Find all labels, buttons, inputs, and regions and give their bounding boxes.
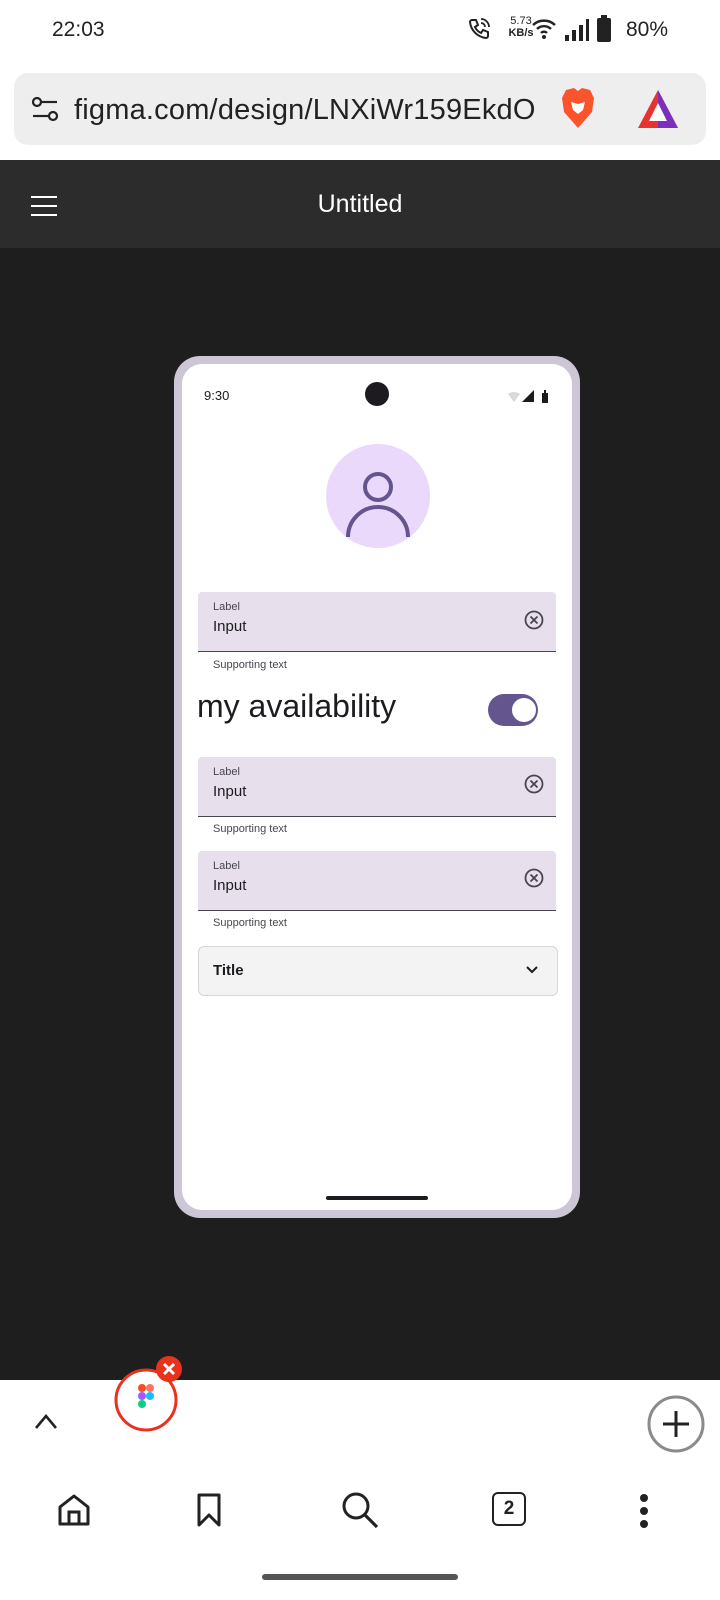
clear-icon[interactable] [523, 773, 545, 795]
url-text[interactable]: figma.com/design/LNXiWr159EkdO [74, 94, 536, 127]
mockup-status-time: 9:30 [204, 388, 230, 403]
person-icon [346, 472, 410, 538]
battery-percentage: 80% [626, 18, 669, 41]
cellular-signal-icon [565, 19, 589, 41]
gesture-navigation-bar [262, 1574, 458, 1580]
chevron-up-icon[interactable] [32, 1410, 60, 1432]
search-icon[interactable] [340, 1490, 380, 1530]
status-clock: 22:03 [52, 18, 105, 41]
brave-rewards-icon[interactable] [636, 88, 680, 130]
new-tab-plus-icon[interactable] [646, 1394, 706, 1454]
mockup-home-indicator [326, 1196, 428, 1200]
text-field[interactable] [198, 757, 556, 817]
more-options-icon[interactable] [636, 1492, 652, 1530]
field-input[interactable]: Input [213, 877, 246, 894]
field-input[interactable]: Input [213, 783, 246, 800]
toggle-knob[interactable] [512, 698, 536, 722]
field-label: Label [213, 766, 240, 778]
camera-cutout [365, 382, 389, 406]
field-input[interactable]: Input [213, 618, 246, 635]
clear-icon[interactable] [523, 867, 545, 889]
wifi-icon [532, 19, 556, 39]
home-icon[interactable] [56, 1492, 92, 1528]
supporting-text: Supporting text [213, 917, 287, 929]
file-title[interactable]: Untitled [0, 190, 720, 219]
bookmark-icon[interactable] [194, 1492, 224, 1528]
dropdown-title[interactable]: Title [213, 962, 244, 979]
title-dropdown[interactable] [198, 946, 558, 996]
brave-shields-icon[interactable] [558, 86, 598, 132]
mockup-status-icons [508, 390, 548, 403]
system-status-bar [0, 0, 720, 62]
wifi-call-icon [468, 18, 490, 40]
battery-icon [597, 15, 611, 42]
field-label: Label [213, 601, 240, 613]
text-field[interactable] [198, 592, 556, 652]
chevron-down-icon[interactable] [524, 962, 540, 978]
availability-label: my availability [197, 688, 397, 724]
close-tab-badge-icon[interactable] [154, 1354, 184, 1384]
clear-icon[interactable] [523, 609, 545, 631]
field-label: Label [213, 860, 240, 872]
site-settings-icon[interactable] [30, 94, 60, 124]
text-field[interactable] [198, 851, 556, 911]
supporting-text: Supporting text [213, 659, 287, 671]
tab-switcher-button[interactable]: 2 [492, 1492, 526, 1526]
supporting-text: Supporting text [213, 823, 287, 835]
